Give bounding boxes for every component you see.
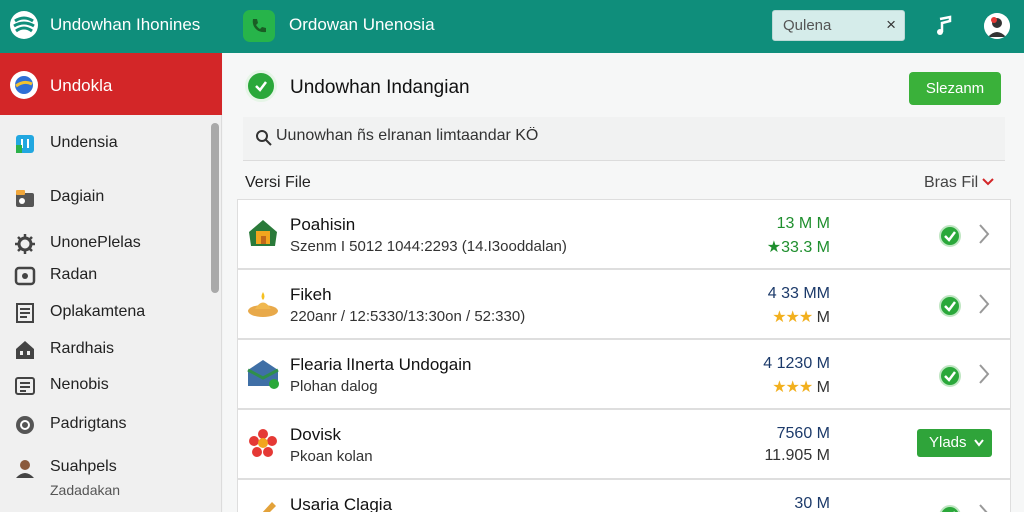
chevron-down-icon	[982, 178, 994, 186]
pencil-icon	[262, 502, 276, 512]
sidebar-header[interactable]: Undokla	[0, 53, 222, 115]
sidebar-item-label: Suahpels	[50, 458, 117, 475]
main-search-input[interactable]	[276, 127, 876, 145]
user-icon	[16, 460, 34, 478]
image-icon	[14, 266, 36, 286]
sidebar-item-label: Undensia	[50, 134, 118, 151]
phone-button[interactable]	[243, 10, 275, 42]
page-title: Undowhan Indangian	[290, 77, 470, 98]
check-icon	[245, 70, 277, 102]
item-name: Fikeh	[290, 285, 332, 304]
chevron-right-icon[interactable]	[977, 292, 991, 316]
item-name: Usaria Clagia	[290, 495, 393, 512]
sidebar-item-undensia[interactable]: Undensia	[0, 127, 210, 159]
sidebar-footer-text: Zadadakan	[50, 482, 121, 498]
gear-icon	[15, 234, 35, 254]
sidebar-item-label: Nenobis	[50, 376, 109, 393]
status-ok-icon	[939, 295, 961, 317]
main-search-bar	[243, 117, 1005, 161]
folder-icon	[16, 190, 34, 207]
sidebar-item-unoneplelas[interactable]: UnonePlelas	[0, 227, 210, 259]
sidebar: Undokla Undensia Dagiain UnonePlelas Rad…	[0, 53, 222, 512]
item-size: 4 33 MM	[767, 285, 830, 302]
avatar[interactable]	[984, 13, 1010, 39]
window-title: Ordowan Unenosia	[289, 15, 435, 34]
list-item[interactable]: Usaria Clagia 30 M	[237, 479, 1011, 512]
row-dropdown-button[interactable]: Ylads	[917, 429, 992, 457]
list-item[interactable]: Poahisin Szenm I 5012 1044:2293 (14.I3oo…	[237, 199, 1011, 269]
item-rating-unit: M	[816, 309, 830, 326]
music-note-icon[interactable]	[933, 15, 953, 37]
list-item[interactable]: Dovisk Pkoan kolan 7560 M 11.905 M Ylads	[237, 409, 1011, 479]
sort-label: Bras Fil	[924, 174, 979, 191]
item-meta: 220anr / 12:5330/13:30on / 52:330)	[290, 308, 526, 325]
house-icon	[249, 220, 277, 246]
section-label: Versi File	[245, 174, 311, 191]
sidebar-scrollbar[interactable]	[211, 123, 219, 293]
top-search-box: ×	[772, 10, 905, 41]
star-rating: ★★★	[772, 309, 813, 326]
item-meta: Plohan dalog	[290, 378, 378, 395]
sidebar-item-suahpels[interactable]: Suahpels	[0, 451, 210, 483]
sidebar-item-label: Dagiain	[50, 188, 105, 205]
item-name: Flearia lInerta Undogain	[290, 355, 472, 374]
sort-dropdown[interactable]: Bras Fil	[924, 174, 994, 192]
top-search-input[interactable]	[783, 17, 873, 34]
file-list: Poahisin Szenm I 5012 1044:2293 (14.I3oo…	[237, 199, 1011, 512]
chevron-right-icon[interactable]	[977, 362, 991, 386]
item-rating: ★33.3 M	[766, 239, 830, 256]
sidebar-item-label: Radan	[50, 266, 98, 283]
sidebar-item-rardhais[interactable]: Rardhais	[0, 333, 210, 365]
app-title: Undowhan Ihonines	[50, 15, 201, 34]
item-rating: 11.905 M	[764, 447, 830, 464]
item-rating: ★★★ M	[772, 377, 830, 397]
flower-icon	[249, 429, 277, 457]
item-size: 7560 M	[776, 425, 830, 442]
home-icon	[16, 341, 34, 359]
sidebar-item-padrigtans[interactable]: Padrigtans	[0, 408, 210, 440]
item-rating-unit: M	[816, 379, 830, 396]
sidebar-item-label: Rardhais	[50, 340, 115, 357]
star-rating: ★★★	[772, 379, 813, 396]
sidebar-item-label: Padrigtans	[50, 415, 127, 432]
lamp-icon	[248, 292, 278, 317]
top-bar: Undowhan Ihonines Ordowan Unenosia ×	[0, 0, 1024, 53]
list-item[interactable]: Fikeh 220anr / 12:5330/13:30on / 52:330)…	[237, 269, 1011, 339]
item-meta: Pkoan kolan	[290, 448, 373, 465]
document-icon	[16, 303, 34, 323]
network-icon	[15, 377, 35, 395]
help-icon	[16, 416, 34, 434]
search-icon	[256, 130, 272, 146]
sidebar-item-oplakamtena[interactable]: Oplakamtena	[0, 296, 210, 328]
item-name: Dovisk	[290, 425, 342, 444]
envelope-icon	[247, 360, 279, 389]
sidebar-item-nenobis[interactable]: Nenobis	[0, 369, 210, 401]
list-item[interactable]: Flearia lInerta Undogain Plohan dalog 4 …	[237, 339, 1011, 409]
sidebar-item-label: UnonePlelas	[50, 234, 141, 251]
phone-icon	[252, 19, 266, 33]
sidebar-header-label: Undokla	[50, 76, 113, 95]
item-size: 4 1230 M	[763, 355, 830, 372]
close-icon[interactable]: ×	[886, 15, 896, 35]
globe-icon	[10, 71, 38, 99]
row-button-label: Ylads	[929, 434, 967, 451]
chevron-down-icon	[974, 439, 984, 447]
status-ok-icon	[939, 225, 961, 247]
main-panel: Undowhan Indangian Slezanm Versi File Br…	[223, 53, 1024, 512]
item-meta: Szenm I 5012 1044:2293 (14.I3ooddalan)	[290, 238, 567, 255]
status-ok-icon	[939, 365, 961, 387]
primary-action-button[interactable]: Slezanm	[909, 72, 1001, 105]
item-name: Poahisin	[290, 215, 356, 234]
sidebar-item-radan[interactable]: Radan	[0, 259, 210, 291]
chevron-right-icon[interactable]	[977, 222, 991, 246]
item-size: 30 M	[794, 495, 830, 512]
item-size: 13 M M	[776, 215, 830, 232]
app-logo-icon	[10, 11, 38, 39]
sidebar-item-label: Oplakamtena	[50, 303, 146, 320]
file-icon	[16, 135, 34, 153]
status-ok-icon	[939, 505, 961, 512]
sidebar-item-dagiain[interactable]: Dagiain	[0, 181, 210, 213]
item-rating: ★★★ M	[772, 307, 830, 327]
chevron-right-icon[interactable]	[977, 502, 991, 512]
